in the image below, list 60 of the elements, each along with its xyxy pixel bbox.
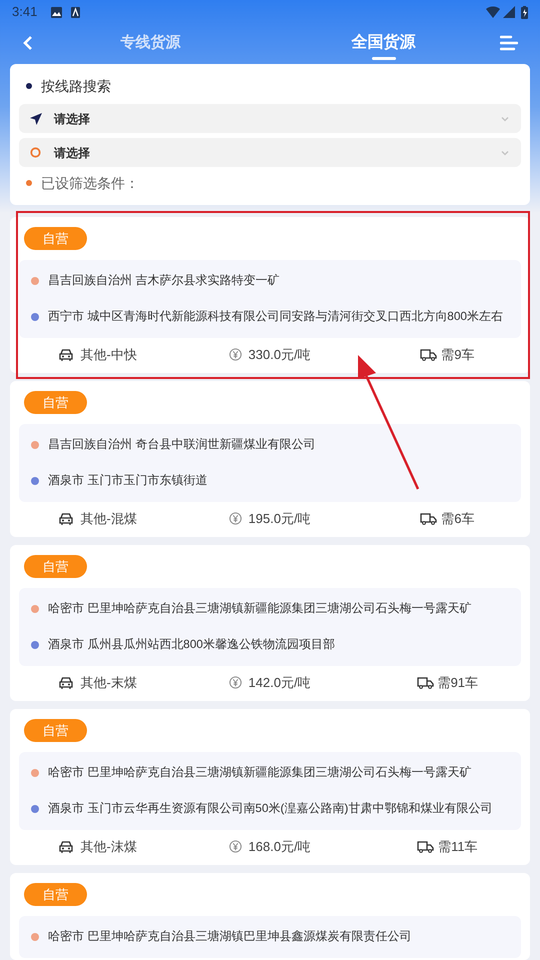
cargo-card[interactable]: 自营 昌吉回族自治州 奇台县中联润世新疆煤业有限公司 酒泉市 玉门市玉门市东镇街道 其他-混煤 195.0元/吨 需6车 [10, 381, 530, 537]
car-icon [58, 676, 74, 690]
origin-select[interactable]: 请选择 [19, 104, 521, 133]
yuan-coin-icon [229, 348, 242, 361]
self-operated-badge: 自营 [24, 883, 87, 906]
self-operated-badge: 自营 [24, 555, 87, 578]
truck-icon [416, 676, 434, 689]
truck-count: 需6车 [441, 510, 474, 528]
car-icon [58, 840, 74, 854]
truck-icon [420, 512, 438, 525]
ring-icon [30, 147, 41, 158]
wifi-icon [486, 6, 500, 18]
price-text: 142.0元/吨 [248, 674, 311, 692]
filters-label: 已设筛选条件： [41, 174, 139, 192]
battery-icon [521, 6, 528, 18]
yuan-coin-icon [229, 512, 242, 525]
truck-count: 需9车 [441, 346, 474, 364]
self-operated-badge: 自营 [24, 391, 87, 414]
destination-address: 西宁市 城中区青海时代新能源科技有限公司同安路与清河街交叉口西北方向800米左右 [48, 308, 503, 326]
send-icon [30, 112, 42, 124]
yuan-coin-icon [229, 840, 242, 853]
image-icon [51, 6, 62, 18]
menu-icon[interactable] [500, 35, 518, 51]
car-icon [58, 348, 74, 362]
car-icon [58, 512, 74, 526]
cargo-card[interactable]: 自营 昌吉回族自治州 吉木萨尔县求实路特变一矿 西宁市 城中区青海时代新能源科技有限公司同安路与清河街交叉口西北方向800米左右 其他-中快 330.0元/吨 需9车 [10, 217, 530, 373]
cargo-type: 其他-沫煤 [80, 838, 137, 856]
destination-address: 酒泉市 瓜州县瓜州站西北800米馨逸公铁物流园项目部 [48, 636, 335, 654]
cargo-card[interactable]: 自营 哈密市 巴里坤哈萨克自治县三塘湖镇新疆能源集团三塘湖公司石头梅一号露天矿 酒泉市 瓜州县瓜州站西北800米馨逸公铁物流园项目部 其他-末煤 142.0元/吨 需91车 [10, 545, 530, 701]
origin-address: 哈密市 巴里坤哈萨克自治县三塘湖镇新疆能源集团三塘湖公司石头梅一号露天矿 [48, 600, 472, 618]
truck-icon [420, 348, 438, 361]
cargo-card[interactable]: 自营 哈密市 巴里坤哈萨克自治县三塘湖镇新疆能源集团三塘湖公司石头梅一号露天矿 酒泉市 玉门市云华再生资源有限公司南50米(湟嘉公路南)甘肃中鄂锦和煤业有限公司 其他-沫煤 168.0元/吨 需11车 [10, 709, 530, 865]
cargo-type: 其他-中快 [80, 346, 137, 364]
origin-address: 昌吉回族自治州 奇台县中联润世新疆煤业有限公司 [48, 436, 316, 454]
origin-placeholder: 请选择 [54, 110, 90, 128]
self-operated-badge: 自营 [24, 719, 87, 742]
destination-placeholder: 请选择 [54, 144, 90, 162]
cargo-type: 其他-混煤 [80, 510, 137, 528]
price-text: 195.0元/吨 [248, 510, 311, 528]
back-icon[interactable] [22, 35, 34, 51]
tab-indicator [372, 57, 396, 60]
self-operated-badge: 自营 [24, 227, 87, 250]
status-time: 3:41 [12, 3, 38, 22]
price-text: 168.0元/吨 [248, 838, 311, 856]
origin-address: 哈密市 巴里坤哈萨克自治县三塘湖镇巴里坤县鑫源煤炭有限责任公司 [48, 928, 412, 946]
truck-icon [417, 840, 434, 853]
search-title: 按线路搜索 [41, 76, 111, 96]
destination-select[interactable]: 请选择 [19, 138, 521, 167]
destination-address: 酒泉市 玉门市玉门市东镇街道 [48, 472, 208, 490]
destination-address: 酒泉市 玉门市云华再生资源有限公司南50米(湟嘉公路南)甘肃中鄂锦和煤业有限公司 [48, 800, 492, 818]
origin-address: 昌吉回族自治州 吉木萨尔县求实路特变一矿 [48, 272, 280, 290]
truck-count: 需91车 [438, 674, 478, 692]
signal-icon [503, 6, 515, 18]
cargo-type: 其他-末煤 [80, 674, 137, 692]
price-text: 330.0元/吨 [248, 346, 311, 364]
cargo-card[interactable]: 自营 哈密市 巴里坤哈萨克自治县三塘湖镇巴里坤县鑫源煤炭有限责任公司 [10, 873, 530, 960]
yuan-coin-icon [229, 676, 242, 689]
origin-address: 哈密市 巴里坤哈萨克自治县三塘湖镇新疆能源集团三塘湖公司石头梅一号露天矿 [48, 764, 472, 782]
truck-count: 需11车 [438, 838, 478, 856]
app-notification-icon [71, 6, 80, 18]
